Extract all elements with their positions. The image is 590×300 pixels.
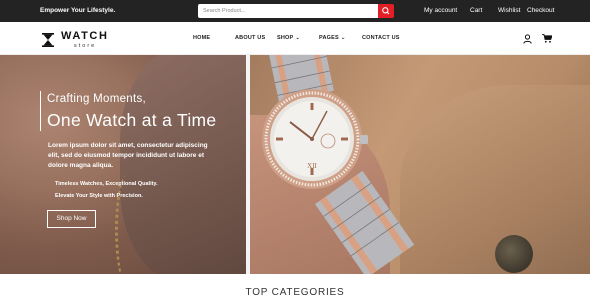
top-bar: Empower Your Lifestyle. My account Cart … [0, 0, 590, 22]
tagline: Empower Your Lifestyle. [40, 7, 116, 14]
hourglass-logo-icon [42, 33, 54, 47]
logo-name[interactable]: WATCH [61, 30, 109, 42]
wishlist-link[interactable]: Wishlist [498, 7, 520, 14]
logo-sub: store [74, 43, 97, 49]
nav-pages-label: PAGES [319, 35, 339, 41]
hero-description: Lorem ipsum dolor sit amet, consectetur … [48, 142, 208, 169]
nav-about-us[interactable]: ABOUT US [235, 35, 265, 41]
hero-title: One Watch at a Time [47, 110, 217, 130]
search-icon [382, 7, 390, 15]
cart-icon[interactable] [542, 34, 552, 43]
main-nav: WATCH store HOME ABOUT US SHOP ⌄ PAGES ⌄ C… [0, 22, 590, 55]
user-icon[interactable] [523, 34, 532, 44]
nav-contact-us[interactable]: CONTACT US [362, 35, 400, 41]
nav-shop[interactable]: SHOP ⌄ [277, 35, 300, 41]
search-button[interactable] [378, 4, 394, 18]
checkout-link[interactable]: Checkout [527, 7, 554, 14]
nav-shop-label: SHOP [277, 35, 294, 41]
my-account-link[interactable]: My account [424, 7, 457, 14]
hero-accent-line [40, 91, 41, 131]
chevron-down-icon: ⌄ [295, 35, 300, 41]
nav-pages[interactable]: PAGES ⌄ [319, 35, 345, 41]
search-input[interactable] [198, 4, 378, 18]
top-categories-heading: TOP CATEGORIES [245, 287, 345, 298]
watch-image: XII [262, 55, 415, 274]
hero-subtitle: Crafting Moments, [47, 93, 147, 105]
hero-right-photo: XII [250, 55, 590, 274]
nav-home[interactable]: HOME [193, 35, 210, 41]
shop-now-button[interactable]: Shop Now [47, 210, 96, 228]
search-bar [198, 4, 394, 18]
chevron-down-icon: ⌄ [340, 35, 346, 41]
hero-tagline-2: Elevate Your Style with Precision. [55, 193, 143, 199]
cart-link[interactable]: Cart [470, 7, 482, 14]
svg-text:XII: XII [307, 162, 317, 170]
hero-tagline-1: Timeless Watches, Exceptional Quality. [55, 181, 158, 187]
